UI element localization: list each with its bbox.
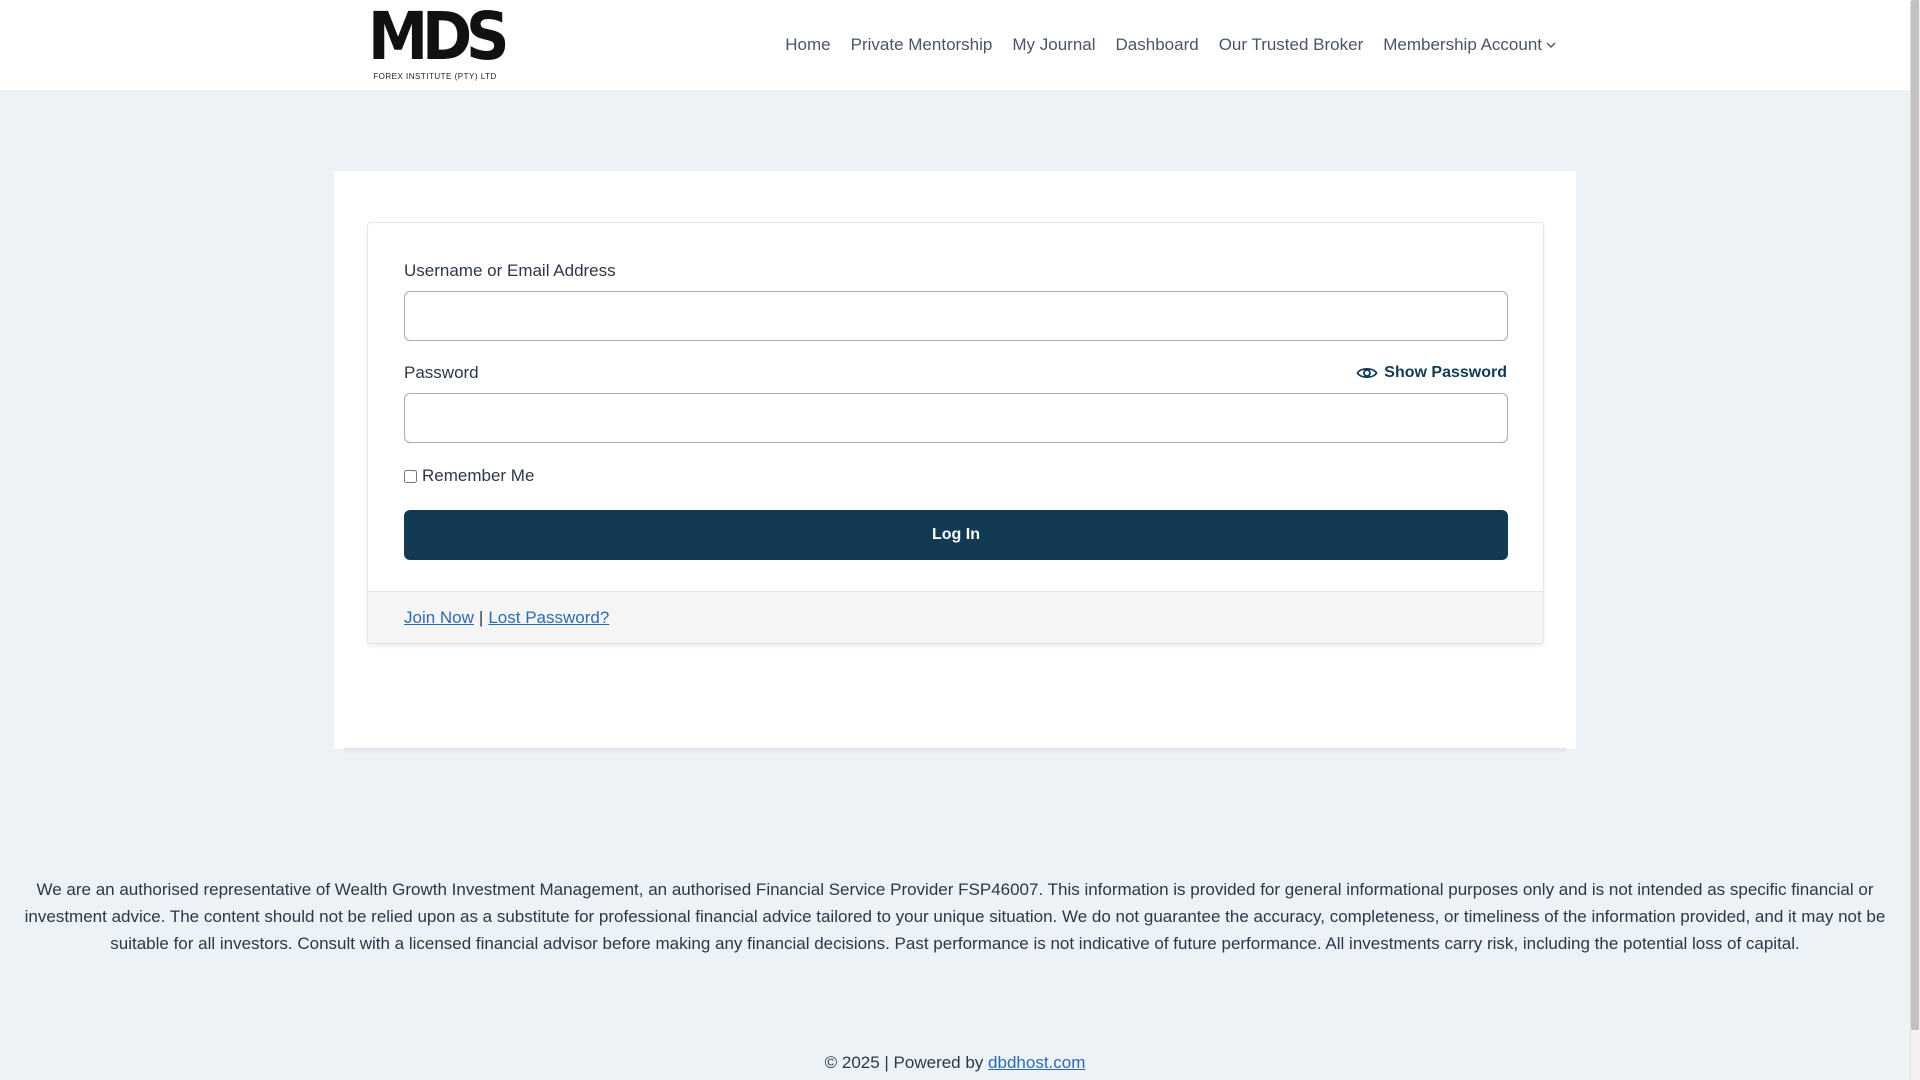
nav-private-mentorship[interactable]: Private Mentorship xyxy=(841,35,1003,55)
remember-me-checkbox[interactable] xyxy=(404,469,417,483)
disclaimer-text: We are an authorised representative of W… xyxy=(24,880,1886,953)
nav-trusted-broker[interactable]: Our Trusted Broker xyxy=(1209,35,1374,55)
host-link[interactable]: dbdhost.com xyxy=(988,1053,1085,1072)
copyright-text: © 2025 | Powered by xyxy=(824,1053,984,1072)
eye-icon xyxy=(1356,367,1378,379)
nav-home[interactable]: Home xyxy=(775,35,840,55)
link-separator: | xyxy=(478,607,484,627)
nav-dashboard[interactable]: Dashboard xyxy=(1106,35,1209,55)
nav-my-journal[interactable]: My Journal xyxy=(1002,35,1105,55)
lost-password-link[interactable]: Lost Password? xyxy=(488,608,609,628)
chevron-down-icon xyxy=(1546,42,1556,48)
nav-trusted-broker-label: Our Trusted Broker xyxy=(1218,35,1364,54)
nav-membership-account-label: Membership Account xyxy=(1383,35,1542,54)
content-card-shadow xyxy=(344,748,1566,754)
logo-mark: MDS xyxy=(367,0,509,75)
show-password-label: Show Password xyxy=(1384,364,1507,381)
login-footer: Join Now | Lost Password? xyxy=(368,591,1543,643)
copyright-bar: © 2025 | Powered by dbdhost.com xyxy=(0,1053,1910,1073)
join-now-link[interactable]: Join Now xyxy=(404,608,474,628)
scrollbar-thumb[interactable] xyxy=(1911,0,1919,1030)
main-nav: Home Private Mentorship My Journal Dashb… xyxy=(775,0,1566,90)
nav-dashboard-label: Dashboard xyxy=(1115,35,1199,54)
remember-me-label: Remember Me xyxy=(422,466,535,485)
nav-my-journal-label: My Journal xyxy=(1012,35,1096,54)
page-scrollbar[interactable] xyxy=(1910,0,1920,1080)
nav-private-mentorship-label: Private Mentorship xyxy=(850,35,993,54)
show-password-button[interactable]: Show Password xyxy=(1356,364,1507,382)
site-logo[interactable]: MDS FOREX INSTITUTE (PTY) LTD xyxy=(367,4,509,86)
remember-me-row: Remember Me xyxy=(404,466,1507,486)
password-input[interactable] xyxy=(404,393,1508,443)
username-label: Username or Email Address xyxy=(404,261,616,280)
password-label: Password xyxy=(404,363,479,382)
login-button[interactable]: Log In xyxy=(404,510,1508,560)
login-form: Username or Email Address Password Show … xyxy=(367,222,1544,644)
site-header: MDS FOREX INSTITUTE (PTY) LTD Home Priva… xyxy=(0,0,1910,90)
nav-home-label: Home xyxy=(785,35,831,54)
nav-membership-account[interactable]: Membership Account xyxy=(1373,35,1566,55)
username-input[interactable] xyxy=(404,291,1508,341)
